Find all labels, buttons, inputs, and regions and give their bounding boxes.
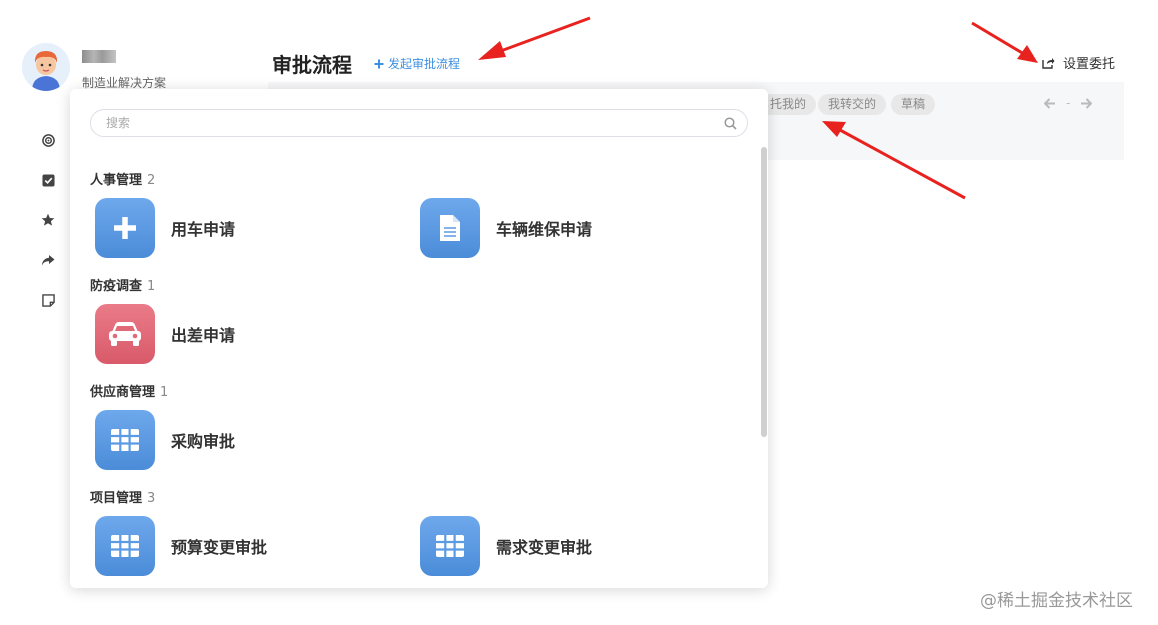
- pager-separator: -: [1066, 96, 1071, 110]
- plus-icon: [374, 59, 384, 68]
- car-icon: [95, 304, 155, 364]
- side-rail: [38, 130, 58, 330]
- app-label: 用车申请: [171, 220, 236, 239]
- app-label: 采购审批: [171, 432, 236, 451]
- group-count: 1: [147, 279, 156, 294]
- checkbox-icon[interactable]: [38, 170, 58, 190]
- app-label: 车辆维保申请: [496, 220, 593, 239]
- search-box: [90, 109, 748, 137]
- target-icon[interactable]: [38, 130, 58, 150]
- group-count: 3: [147, 491, 156, 506]
- approval-flow-popover: 人事管理 2 用车申请 车辆维保申请 防疫调查 1 出差申请: [70, 89, 768, 588]
- external-share-icon: [1042, 57, 1055, 69]
- annotation-arrow-start-flow: [478, 16, 591, 60]
- document-icon: [420, 198, 480, 258]
- app-business-trip-request[interactable]: 出差申请: [95, 304, 235, 364]
- group-name: 项目管理: [90, 491, 143, 506]
- pager: -: [1044, 96, 1093, 110]
- plus-icon: [95, 198, 155, 258]
- arrow-left-icon[interactable]: [1044, 97, 1056, 109]
- star-icon[interactable]: [38, 210, 58, 230]
- filter-chip-drafts[interactable]: 草稿: [891, 94, 936, 115]
- app-vehicle-maintenance-request[interactable]: 车辆维保申请: [420, 198, 592, 258]
- group-name: 供应商管理: [90, 385, 156, 400]
- search-input[interactable]: [91, 110, 747, 136]
- app-label: 需求变更审批: [496, 538, 593, 557]
- table-icon: [95, 410, 155, 470]
- scrollbar[interactable]: [761, 147, 767, 437]
- page-title: 审批流程: [272, 53, 352, 77]
- user-name-redacted: [82, 50, 116, 63]
- group-name: 人事管理: [90, 173, 143, 188]
- app-requirement-change-approval[interactable]: 需求变更审批: [420, 516, 592, 576]
- start-approval-flow-button[interactable]: 发起审批流程: [374, 55, 460, 72]
- app-label: 预算变更审批: [171, 538, 268, 557]
- group-count: 2: [147, 173, 156, 188]
- group-count: 1: [160, 385, 169, 400]
- start-approval-flow-label: 发起审批流程: [388, 57, 461, 71]
- avatar-illustration: [22, 43, 70, 91]
- app-purchase-approval[interactable]: 采购审批: [95, 410, 235, 470]
- annotation-arrow-delegate: [971, 21, 1038, 63]
- table-icon: [420, 516, 480, 576]
- group-title-epidemic-survey: 防疫调查 1: [90, 275, 155, 294]
- set-delegate-label: 设置委托: [1063, 57, 1116, 72]
- group-title-project-management: 项目管理 3: [90, 487, 155, 506]
- table-icon: [95, 516, 155, 576]
- note-icon[interactable]: [38, 290, 58, 310]
- app-vehicle-request[interactable]: 用车申请: [95, 198, 235, 258]
- app-budget-change-approval[interactable]: 预算变更审批: [95, 516, 267, 576]
- search-icon[interactable]: [724, 117, 737, 130]
- avatar[interactable]: [22, 43, 70, 91]
- arrow-right-icon[interactable]: [1080, 97, 1093, 109]
- app-label: 出差申请: [171, 326, 236, 345]
- set-delegate-button[interactable]: 设置委托: [1042, 53, 1115, 72]
- group-title-supplier-management: 供应商管理 1: [90, 381, 168, 400]
- group-name: 防疫调查: [90, 279, 143, 294]
- share-icon[interactable]: [38, 250, 58, 270]
- group-title-hr: 人事管理 2: [90, 169, 155, 188]
- filter-chip-delegated-to-me[interactable]: 托我的: [760, 94, 817, 115]
- watermark: @稀土掘金技术社区: [980, 591, 1133, 611]
- filter-chip-transferred-by-me[interactable]: 我转交的: [818, 94, 887, 115]
